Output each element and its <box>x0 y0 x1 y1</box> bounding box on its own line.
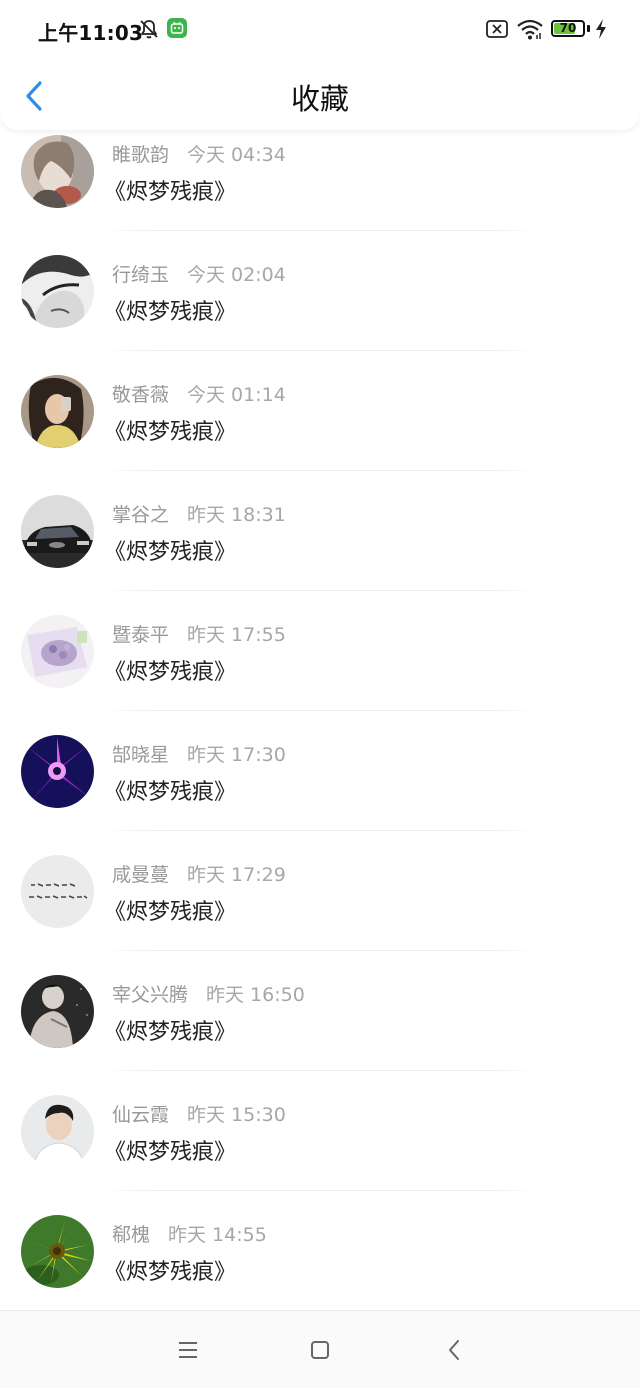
list-item[interactable]: 郜晓星 昨天 17:30 《烬梦残痕》 <box>0 726 640 846</box>
user-name: 郜晓星 昨天 17:30 <box>112 740 286 767</box>
favorite-title: 《烬梦残痕》 <box>104 420 237 445</box>
divider <box>96 350 544 351</box>
list-item[interactable]: 敬香薇 今天 01:14 《烬梦残痕》 <box>0 366 640 486</box>
divider <box>96 830 544 831</box>
status-time: 上午11:03 <box>38 21 144 45</box>
list-item[interactable]: 行绮玉 今天 02:04 《烬梦残痕》 <box>0 246 640 366</box>
timestamp: 昨天 18:31 <box>187 504 286 526</box>
charging-bolt-icon <box>596 19 606 39</box>
timestamp: 今天 04:34 <box>187 144 286 166</box>
menu-icon[interactable] <box>177 1340 199 1360</box>
wifi-icon <box>517 19 543 40</box>
list-item[interactable]: 掌谷之 昨天 18:31 《烬梦残痕》 <box>0 486 640 606</box>
divider <box>96 230 544 231</box>
timestamp: 昨天 14:55 <box>168 1224 267 1246</box>
back-triangle-icon[interactable] <box>446 1338 462 1362</box>
list-item[interactable]: 咸曼蔓 昨天 17:29 《烬梦残痕》 <box>0 846 640 966</box>
avatar[interactable] <box>21 735 94 808</box>
avatar[interactable] <box>21 375 94 448</box>
favorite-title: 《烬梦残痕》 <box>104 1020 237 1045</box>
battery-level: 70 <box>559 21 577 35</box>
divider <box>96 1190 544 1191</box>
favorite-title: 《烬梦残痕》 <box>104 900 237 925</box>
user-name-text: 宰父兴腾 <box>112 984 189 1006</box>
user-name-text: 郗槐 <box>112 1224 151 1246</box>
home-square-icon[interactable] <box>310 1340 330 1360</box>
status-bar: 上午11:03 70 <box>0 0 640 60</box>
favorite-title: 《烬梦残痕》 <box>104 540 237 565</box>
title-bar: 收藏 <box>0 60 640 130</box>
battery-icon: 70 <box>551 20 585 37</box>
divider <box>96 590 544 591</box>
app-notification-icon <box>167 18 187 38</box>
divider <box>96 950 544 951</box>
user-name-text: 行绮玉 <box>112 264 170 286</box>
avatar[interactable] <box>21 855 94 928</box>
timestamp: 昨天 17:29 <box>187 864 286 886</box>
timestamp: 今天 01:14 <box>187 384 286 406</box>
user-name: 敬香薇 今天 01:14 <box>112 380 286 407</box>
user-name: 郗槐 昨天 14:55 <box>112 1220 267 1247</box>
list-item[interactable]: 仙云霞 昨天 15:30 《烬梦残痕》 <box>0 1086 640 1206</box>
user-name-text: 郜晓星 <box>112 744 170 766</box>
user-name: 咸曼蔓 昨天 17:29 <box>112 860 286 887</box>
list-item[interactable]: 暨泰平 昨天 17:55 《烬梦残痕》 <box>0 606 640 726</box>
avatar[interactable] <box>21 135 94 208</box>
user-name: 行绮玉 今天 02:04 <box>112 260 286 287</box>
sim-blocked-icon <box>486 20 508 38</box>
timestamp: 昨天 17:30 <box>187 744 286 766</box>
user-name: 宰父兴腾 昨天 16:50 <box>112 980 305 1007</box>
timestamp: 昨天 17:55 <box>187 624 286 646</box>
user-name-text: 仙云霞 <box>112 1104 170 1126</box>
user-name: 暨泰平 昨天 17:55 <box>112 620 286 647</box>
user-name-text: 暨泰平 <box>112 624 170 646</box>
user-name-text: 咸曼蔓 <box>112 864 170 886</box>
timestamp: 今天 02:04 <box>187 264 286 286</box>
favorite-title: 《烬梦残痕》 <box>104 300 237 325</box>
avatar[interactable] <box>21 495 94 568</box>
avatar[interactable] <box>21 615 94 688</box>
avatar[interactable] <box>21 975 94 1048</box>
divider <box>96 470 544 471</box>
favorite-title: 《烬梦残痕》 <box>104 780 237 805</box>
battery-cap <box>587 25 590 32</box>
user-name-text: 敬香薇 <box>112 384 170 406</box>
system-nav-bar <box>0 1310 640 1388</box>
timestamp: 昨天 15:30 <box>187 1104 286 1126</box>
avatar[interactable] <box>21 1095 94 1168</box>
bell-muted-icon <box>140 20 158 39</box>
user-name-text: 睢歌韵 <box>112 144 170 166</box>
divider <box>96 1070 544 1071</box>
user-name: 掌谷之 昨天 18:31 <box>112 500 286 527</box>
avatar[interactable] <box>21 1215 94 1288</box>
user-name: 睢歌韵 今天 04:34 <box>112 140 286 167</box>
favorite-title: 《烬梦残痕》 <box>104 660 237 685</box>
divider <box>96 710 544 711</box>
list-item[interactable]: 宰父兴腾 昨天 16:50 《烬梦残痕》 <box>0 966 640 1086</box>
favorite-title: 《烬梦残痕》 <box>104 1260 237 1285</box>
avatar[interactable] <box>21 255 94 328</box>
favorite-title: 《烬梦残痕》 <box>104 180 237 205</box>
user-name: 仙云霞 昨天 15:30 <box>112 1100 286 1127</box>
list-item[interactable]: 郗槐 昨天 14:55 《烬梦残痕》 <box>0 1206 640 1326</box>
favorite-title: 《烬梦残痕》 <box>104 1140 237 1165</box>
page-title: 收藏 <box>290 82 349 116</box>
timestamp: 昨天 16:50 <box>206 984 305 1006</box>
user-name-text: 掌谷之 <box>112 504 170 526</box>
list-item[interactable]: 睢歌韵 今天 04:34 《烬梦残痕》 <box>0 126 640 246</box>
